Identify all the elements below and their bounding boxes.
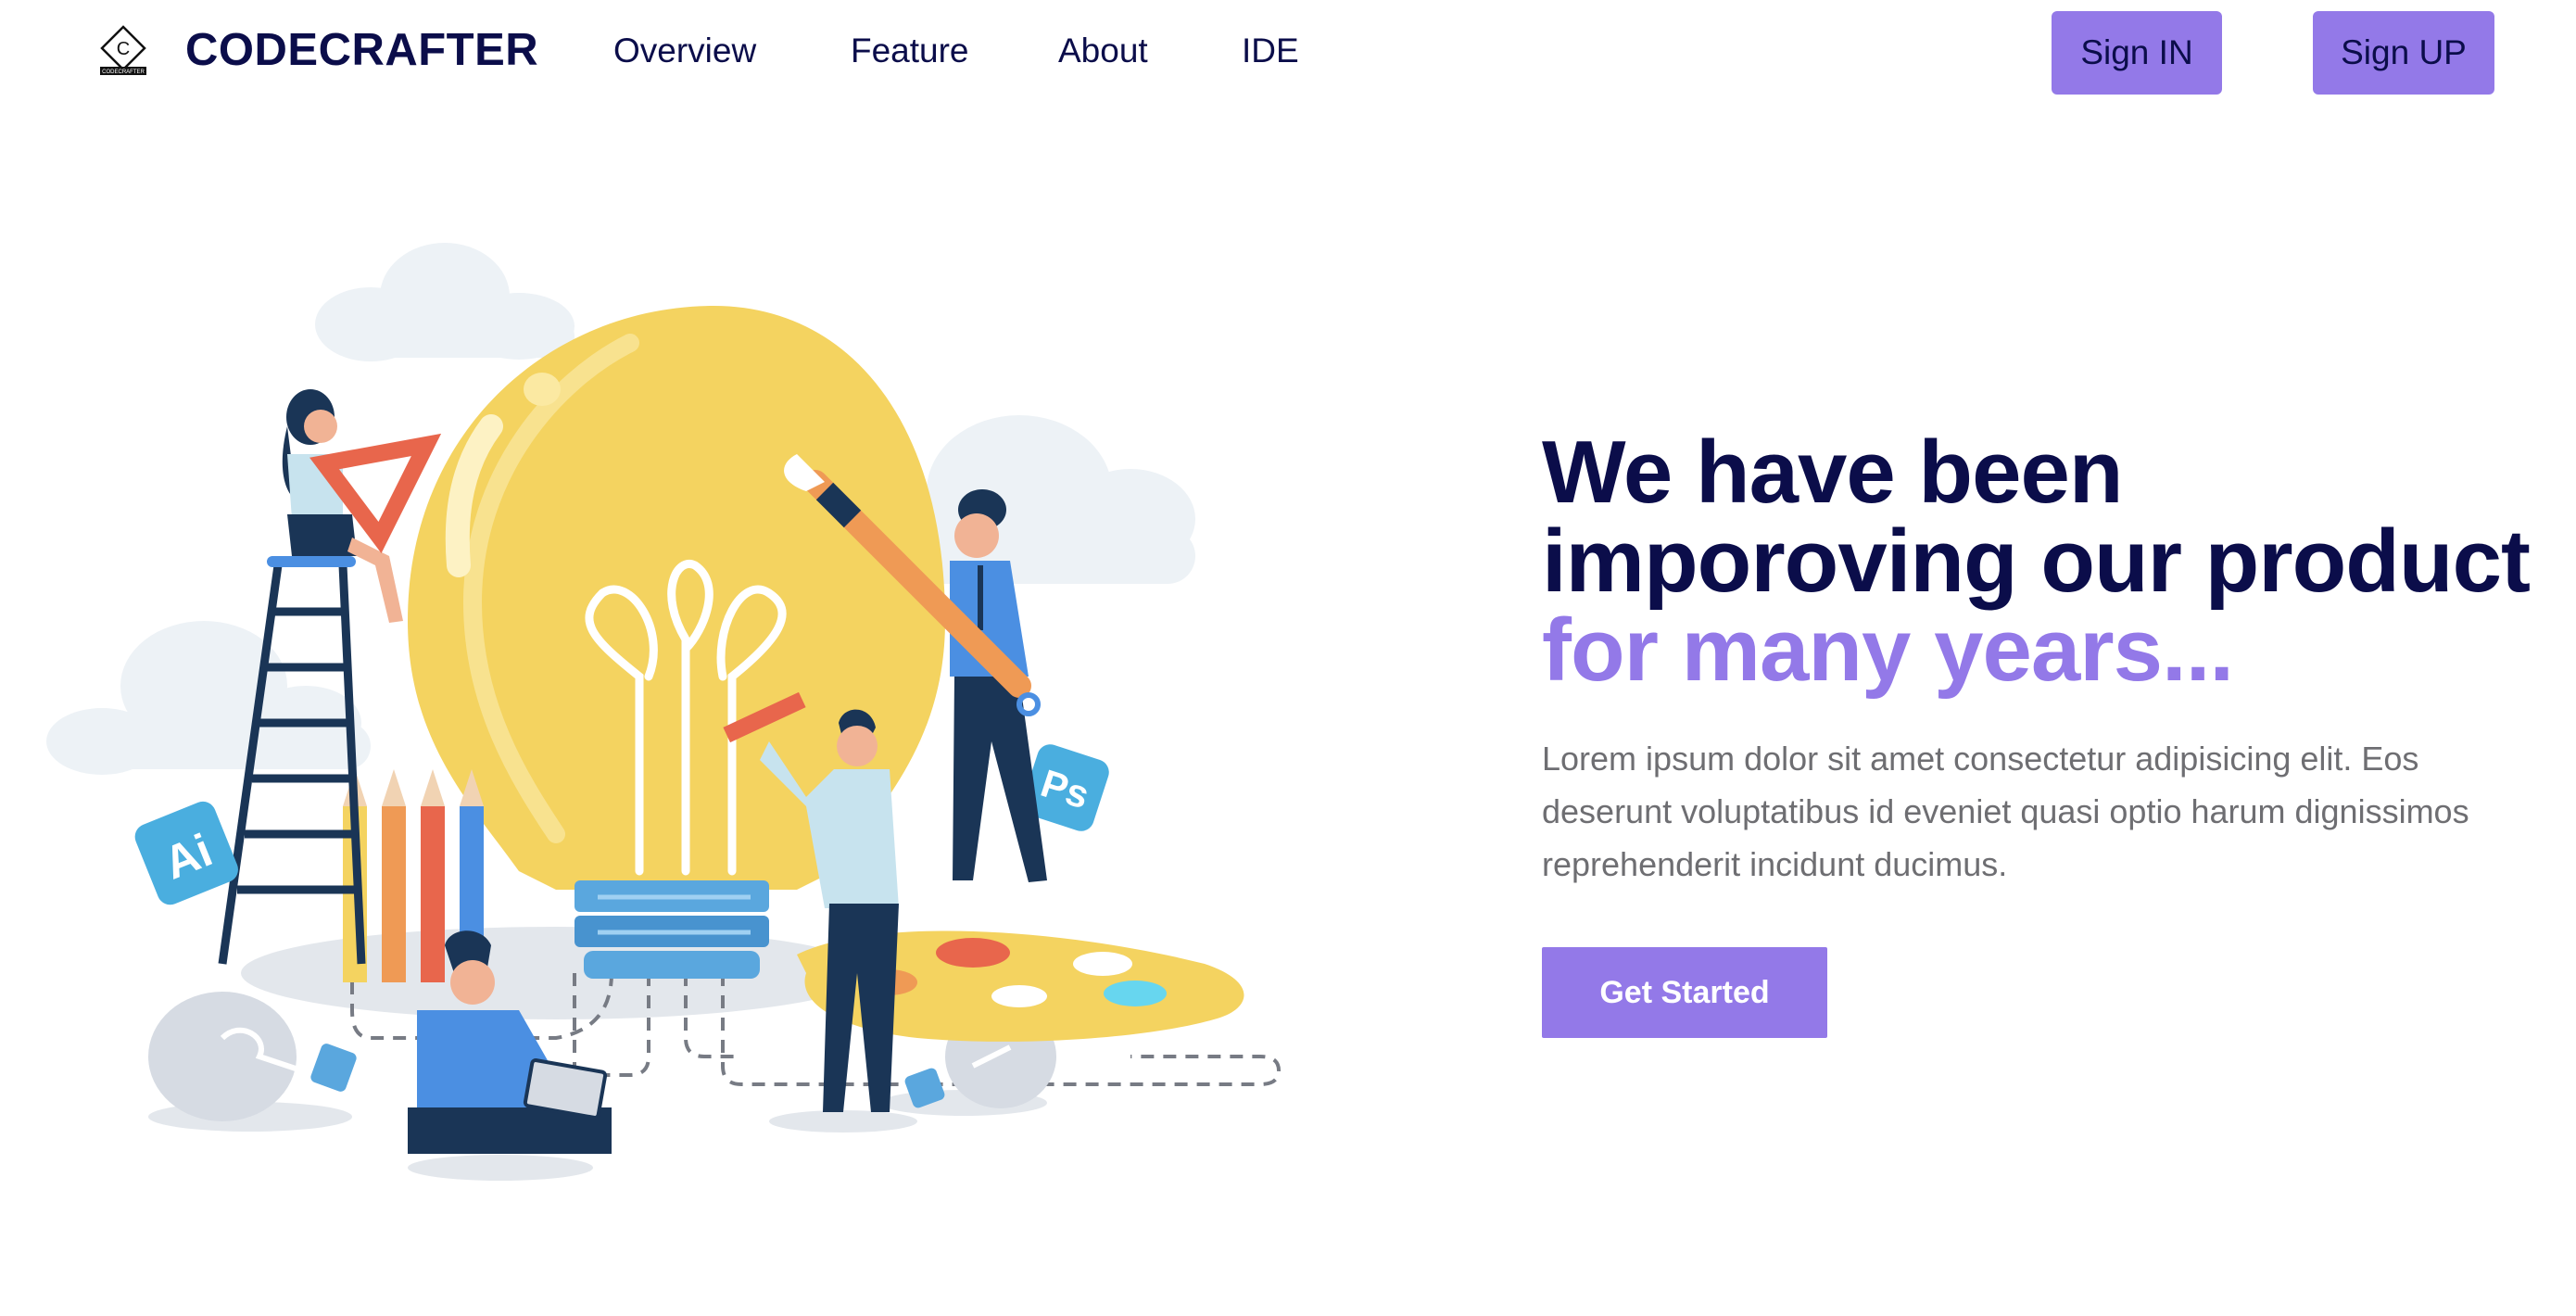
nav-link-overview[interactable]: Overview [613,32,756,70]
illustrator-badge: Ai [134,801,238,905]
logo-letter: C [117,39,130,59]
nav-link-feature[interactable]: Feature [851,32,969,70]
hero-headline-accent: for many years... [1542,601,2234,700]
codecrafter-logo-icon[interactable]: C CODECRAFTER [96,24,150,78]
hero-headline-line1: We have been [1542,423,2123,522]
lightbulb-team-illustration: Ai Ps [46,243,1282,1181]
nav-link-ide[interactable]: IDE [1242,32,1299,70]
hero-description: Lorem ipsum dolor sit amet consectetur a… [1542,740,2469,883]
site-header: C CODECRAFTER CODECRAFTER Overview Featu… [0,0,2576,108]
get-started-button[interactable]: Get Started [1542,947,1827,1038]
hero-text-block: We have been imporoving our product for … [1542,423,2531,891]
nav-link-about[interactable]: About [1058,32,1148,70]
sign-up-button[interactable]: Sign UP [2313,11,2494,95]
woman-with-triangle-ruler-figure [282,389,442,623]
brand-name[interactable]: CODECRAFTER [185,24,538,76]
hero-headline: We have been imporoving our product for … [1542,423,2531,700]
hero-headline-line2: imporoving our product [1542,512,2531,611]
sign-in-button[interactable]: Sign IN [2052,11,2222,95]
small-bulb-icon [148,992,357,1121]
logo-caption: CODECRAFTER [102,70,145,75]
